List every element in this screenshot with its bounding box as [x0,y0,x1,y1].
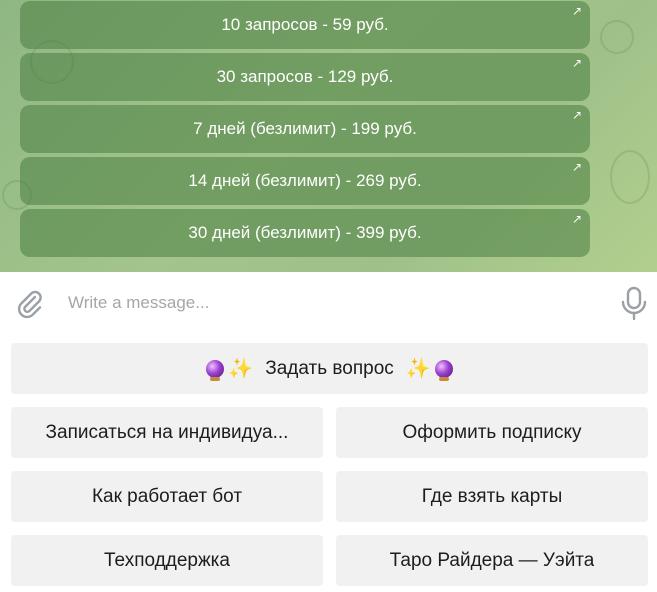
inline-button-plan-14-days[interactable]: 14 дней (безлимит) - 269 руб. ↗ [20,157,590,205]
crystal-ball-icon [206,359,225,381]
ask-question-button[interactable]: ✨ Задать вопрос ✨ [11,343,648,394]
subscribe-button[interactable]: Оформить подписку [336,407,648,458]
message-input[interactable] [66,288,590,318]
book-individual-button[interactable]: Записаться на индивидуа... [11,407,323,458]
chat-background: 10 запросов - 59 руб. ↗ 30 запросов - 12… [0,0,657,272]
sparkles-icon: ✨ [228,358,254,380]
sparkles-icon: ✨ [405,358,431,380]
inline-button-plan-10[interactable]: 10 запросов - 59 руб. ↗ [20,1,590,49]
message-composer [0,272,657,332]
keyboard-button-label: Техподдержка [104,549,230,571]
how-bot-works-button[interactable]: Как работает бот [11,471,323,522]
external-link-arrow-icon: ↗ [571,212,582,226]
inline-button-label: 30 запросов - 129 руб. [216,67,394,86]
keyboard-button-label: Записаться на индивидуа... [45,421,289,443]
reply-keyboard: ✨ Задать вопрос ✨ Записаться на индивиду… [0,332,657,592]
keyboard-button-label: Как работает бот [91,485,243,507]
rider-waite-tarot-button[interactable]: Таро Райдера — Уэйта [336,535,648,586]
keyboard-button-label: Оформить подписку [402,421,582,443]
external-link-arrow-icon: ↗ [571,4,582,18]
external-link-arrow-icon: ↗ [571,160,582,174]
inline-button-plan-30[interactable]: 30 запросов - 129 руб. ↗ [20,53,590,101]
keyboard-button-label: Где взять карты [421,485,563,507]
support-button[interactable]: Техподдержка [11,535,323,586]
microphone-icon[interactable] [620,286,648,322]
keyboard-button-label: Таро Райдера — Уэйта [389,549,595,571]
inline-button-label: 10 запросов - 59 руб. [221,15,389,34]
inline-button-plan-30-days[interactable]: 30 дней (безлимит) - 399 руб. ↗ [20,209,590,257]
external-link-arrow-icon: ↗ [571,108,582,122]
doodle-pattern [600,20,634,54]
inline-button-plan-7-days[interactable]: 7 дней (безлимит) - 199 руб. ↗ [20,105,590,153]
inline-button-label: 30 дней (безлимит) - 399 руб. [188,223,422,242]
paperclip-icon[interactable] [14,288,46,320]
doodle-pattern [610,150,650,204]
inline-button-label: 14 дней (безлимит) - 269 руб. [188,171,422,190]
where-get-cards-button[interactable]: Где взять карты [336,471,648,522]
ask-question-label: Задать вопрос [265,357,394,379]
external-link-arrow-icon: ↗ [571,56,582,70]
crystal-ball-icon [434,359,453,381]
inline-button-label: 7 дней (безлимит) - 199 руб. [193,119,417,138]
